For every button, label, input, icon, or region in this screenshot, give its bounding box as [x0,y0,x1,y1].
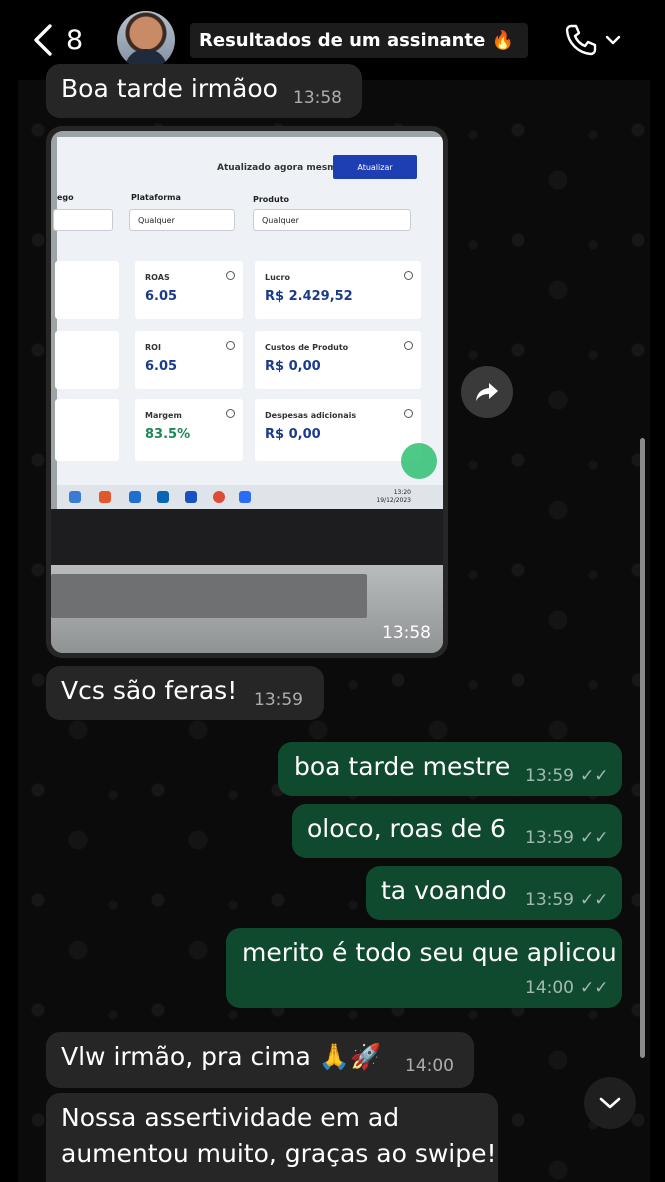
info-icon [226,409,235,418]
unread-count: 8 [66,24,84,56]
metric-card [55,331,119,389]
clock-time: 13:20 [393,489,411,496]
scrollbar[interactable] [640,438,645,1058]
dashboard-photo[interactable]: Atualizado agora mesmo Atualizar ego Pla… [51,131,443,653]
double-check-icon: ✓✓ [580,978,609,998]
metric-label: ROAS [145,273,170,282]
message-outgoing[interactable]: oloco, roas de 6 13:59 ✓✓ [292,804,622,858]
image-message[interactable]: Atualizado agora mesmo Atualizar ego Pla… [46,126,448,658]
firefox-icon [99,491,111,503]
info-icon [404,409,413,418]
update-button: Atualizar [333,155,417,179]
forward-button[interactable] [461,366,513,418]
chat-title[interactable]: Resultados de um assinante 🔥 [190,23,528,58]
message-incoming[interactable]: Nossa assertividade em ad aumentou muito… [46,1093,498,1182]
forward-icon [476,383,498,401]
message-text: oloco, roas de 6 [307,814,506,843]
metric-card [55,399,119,461]
message-incoming[interactable]: Boa tarde irmãoo 13:58 [46,64,362,118]
metric-label: Custos de Produto [265,343,349,352]
message-text: Vlw irmão, pra cima 🙏🚀 [61,1042,382,1071]
message-time: 13:59 [525,890,574,910]
laptop-bezel [51,509,443,565]
clock-date: 19/12/2023 [376,497,411,504]
product-select: Qualquer [253,209,411,231]
filter-select [53,209,113,231]
photo-screen: Atualizado agora mesmo Atualizar ego Pla… [53,137,443,509]
message-text: Boa tarde irmãoo [61,74,278,103]
platform-label: Plataforma [131,193,181,202]
message-outgoing[interactable]: boa tarde mestre 13:59 ✓✓ [278,742,622,796]
back-chevron-icon [34,24,52,56]
metric-value: 83.5% [145,427,191,442]
contact-avatar[interactable] [117,11,175,69]
updated-label: Atualizado agora mesmo [217,163,343,173]
metric-card-despesas: Despesas adicionais R$ 0,00 [255,399,421,461]
phone-icon [565,24,597,56]
outlook-icon [157,491,169,503]
metric-value: R$ 0,00 [265,359,321,374]
message-outgoing[interactable]: ta voando 13:59 ✓✓ [366,866,622,920]
metric-card-margem: Margem 83.5% [135,399,243,461]
product-label: Produto [253,195,290,204]
whatsapp-float-icon [401,443,437,479]
message-text: merito é todo seu que aplicou [242,938,617,967]
metric-value: 6.05 [145,359,178,374]
app-icon [69,491,81,503]
metric-label: Despesas adicionais [265,411,357,420]
info-icon [226,271,235,280]
laptop-hinge [51,574,367,618]
metric-card-roas: ROAS 6.05 [135,261,243,319]
info-icon [404,271,413,280]
app-l-icon [185,491,197,503]
chevron-down-icon [599,1097,621,1109]
double-check-icon: ✓✓ [580,766,609,786]
message-time: 13:58 [382,623,431,643]
message-time-wrap: 13:59 ✓✓ [525,766,609,786]
metric-card-roi: ROI 6.05 [135,331,243,389]
message-text: boa tarde mestre [294,752,511,781]
message-time: 13:59 [254,690,303,710]
metric-card-lucro: Lucro R$ 2.429,52 [255,261,421,319]
message-time: 13:59 [525,766,574,786]
platform-select: Qualquer [129,209,235,231]
metric-value: 6.05 [145,289,178,304]
message-text: Vcs são feras! [61,676,238,705]
taskbar-clock: 13:20 19/12/2023 [376,489,411,505]
scroll-to-bottom-button[interactable] [584,1077,636,1129]
double-check-icon: ✓✓ [580,890,609,910]
message-time: 14:00 [525,978,574,998]
message-time-wrap: 13:59 ✓✓ [525,890,609,910]
message-time-wrap: 14:00 ✓✓ [525,978,609,998]
filter-label: ego [57,193,74,202]
taskbar: 13:20 19/12/2023 [57,485,443,509]
message-text-line: aumentou muito, graças ao swipe! [61,1139,497,1168]
metric-label: ROI [145,343,161,352]
double-check-icon: ✓✓ [580,828,609,848]
metric-value: R$ 0,00 [265,427,321,442]
store-icon [129,491,141,503]
info-icon [404,341,413,350]
call-button[interactable] [563,22,623,58]
message-time: 14:00 [405,1056,454,1076]
message-text-line: Nossa assertividade em ad [61,1103,400,1132]
message-time: 13:59 [525,828,574,848]
chevron-down-icon [605,35,621,45]
metric-card-custos: Custos de Produto R$ 0,00 [255,331,421,389]
message-text: ta voando [381,876,507,905]
metric-label: Margem [145,411,182,420]
app-icon [239,491,251,503]
message-incoming[interactable]: Vlw irmão, pra cima 🙏🚀 14:00 [46,1032,474,1088]
info-icon [226,341,235,350]
metric-card [55,261,119,319]
metric-value: R$ 2.429,52 [265,289,353,304]
chrome-icon [213,491,225,503]
message-time-wrap: 13:59 ✓✓ [525,828,609,848]
message-incoming[interactable]: Vcs são feras! 13:59 [46,666,324,720]
message-time: 13:58 [293,88,342,108]
message-outgoing[interactable]: merito é todo seu que aplicou 14:00 ✓✓ [226,928,622,1008]
metric-label: Lucro [265,273,290,282]
back-button[interactable]: 8 [32,22,92,58]
